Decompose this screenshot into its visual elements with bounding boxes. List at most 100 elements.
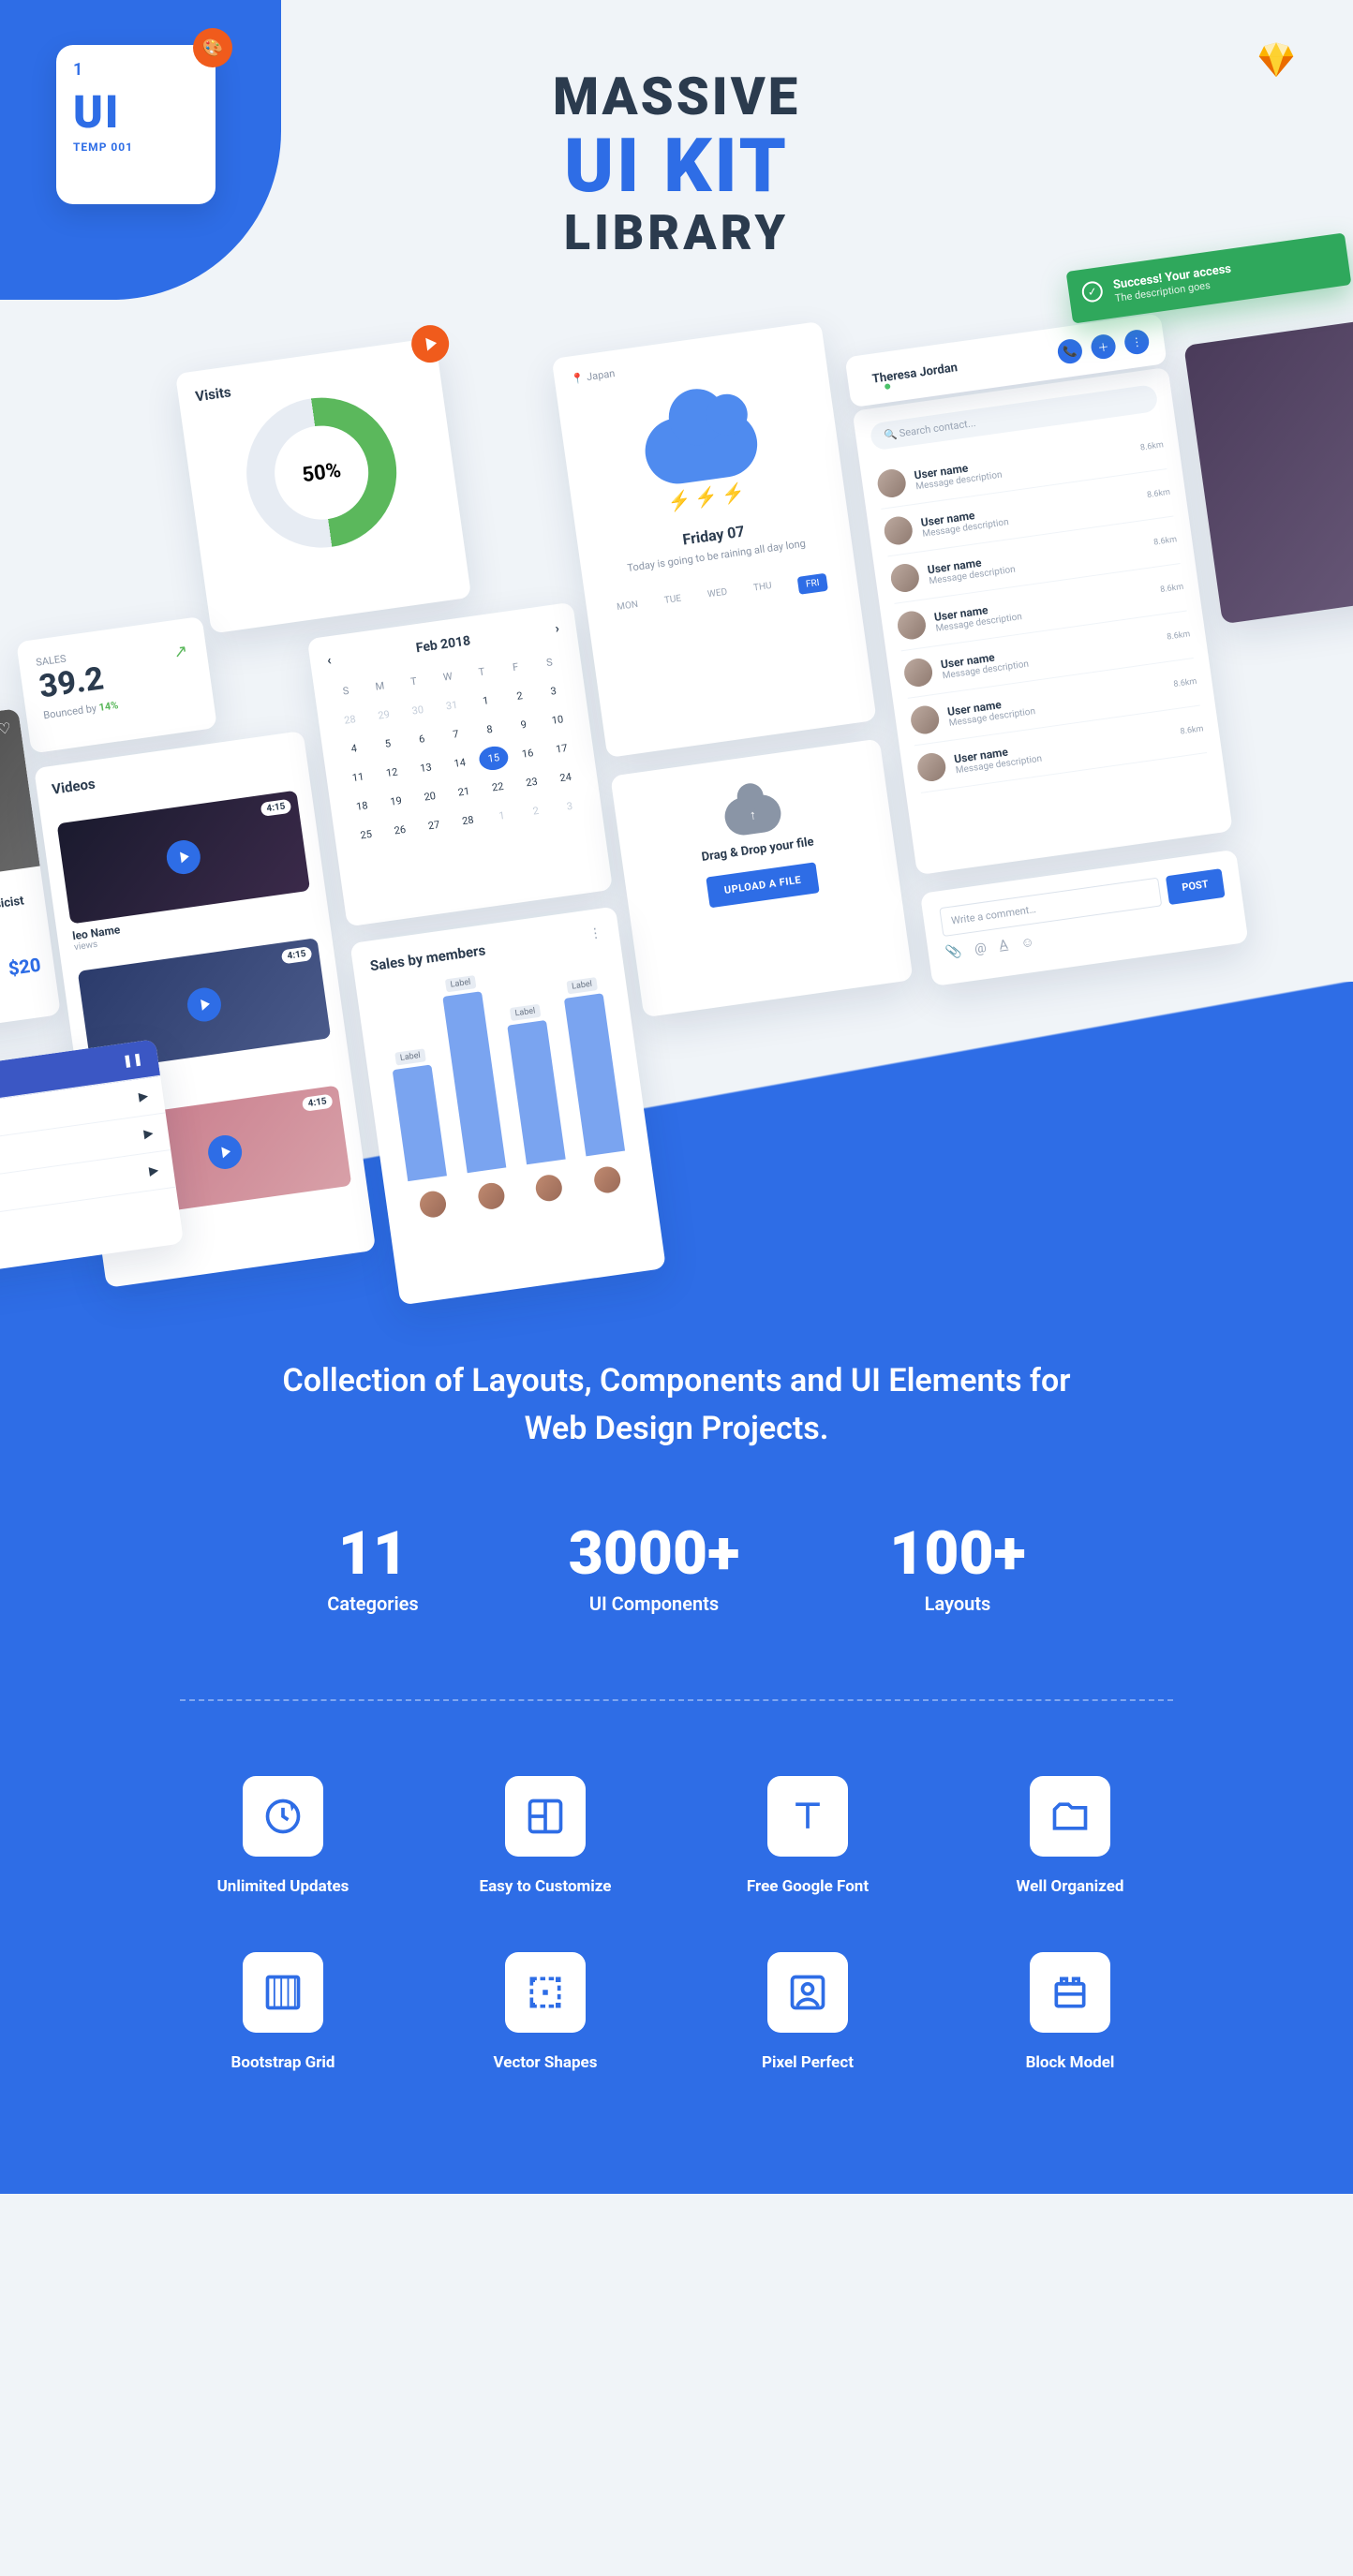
pixel-icon: [767, 1952, 848, 2033]
upload-button[interactable]: UPLOAD A FILE: [706, 862, 820, 908]
cal-day[interactable]: 16: [512, 740, 543, 767]
cal-day[interactable]: 9: [508, 711, 540, 738]
members-card: Sales by members ⋮ LabelLabelLabelLabel: [349, 906, 665, 1305]
cal-day[interactable]: 15: [478, 745, 510, 772]
attach-icon[interactable]: 📎: [944, 944, 963, 962]
pause-icon[interactable]: ❚❚: [122, 1052, 144, 1069]
feature-label: Well Organized: [958, 1877, 1182, 1896]
play-icon[interactable]: [206, 1133, 245, 1172]
palette-icon: 🎨: [193, 28, 232, 67]
cal-day[interactable]: 28: [452, 807, 483, 834]
add-contact-icon[interactable]: ＋: [1090, 333, 1117, 360]
video-duration: 4:15: [302, 1094, 334, 1112]
cal-dow: T: [398, 668, 430, 695]
contact-time: 8.6km: [1180, 724, 1204, 736]
cal-day[interactable]: 30: [402, 697, 434, 724]
feature-item: Pixel Perfect: [695, 1952, 920, 2072]
customize-icon: [505, 1776, 586, 1857]
bar: Label: [564, 993, 625, 1156]
cal-day[interactable]: 13: [410, 754, 442, 781]
sketch-icon: [1256, 37, 1297, 79]
cal-day[interactable]: 31: [436, 692, 468, 719]
mention-icon[interactable]: @: [974, 940, 988, 958]
avatar: [902, 657, 934, 688]
bar-label: Label: [394, 1048, 425, 1065]
cal-dow: T: [466, 659, 498, 686]
cal-day[interactable]: 21: [448, 778, 480, 806]
cal-day[interactable]: 28: [335, 706, 366, 733]
cal-dow: W: [432, 663, 464, 690]
folder-icon: [1030, 1776, 1110, 1857]
cal-day[interactable]: 8: [474, 716, 506, 743]
play-icon[interactable]: [186, 985, 224, 1024]
cal-day[interactable]: 24: [550, 763, 582, 791]
cal-day[interactable]: 3: [554, 792, 586, 820]
week-tab[interactable]: MON: [617, 600, 640, 620]
avatar: [909, 704, 941, 736]
week-tab[interactable]: FRI: [797, 573, 828, 595]
cal-day[interactable]: 7: [440, 720, 472, 748]
cal-day[interactable]: 18: [347, 792, 379, 820]
feature-item: Easy to Customize: [433, 1776, 658, 1896]
check-icon: ✓: [1080, 280, 1104, 303]
contact-time: 8.6km: [1147, 488, 1171, 500]
media-card: ♡: [1183, 318, 1353, 625]
cal-day[interactable]: 23: [516, 769, 548, 796]
contact-time: 8.6km: [1139, 440, 1164, 452]
cal-day[interactable]: 22: [482, 774, 513, 801]
avatar: [883, 515, 914, 547]
week-tabs[interactable]: MON TUE WED THU FRI: [603, 571, 841, 622]
cal-day[interactable]: 11: [342, 763, 374, 791]
cal-day[interactable]: 1: [469, 688, 501, 715]
cal-day[interactable]: 27: [418, 812, 450, 839]
play-icon[interactable]: [165, 838, 203, 877]
product-price: $20: [7, 953, 42, 980]
emoji-icon[interactable]: ☺: [1019, 934, 1035, 952]
cal-day[interactable]: 25: [350, 822, 382, 849]
week-tab[interactable]: THU: [752, 581, 773, 601]
block-icon: [1030, 1952, 1110, 2033]
cal-day[interactable]: 5: [372, 731, 404, 758]
cal-day[interactable]: 12: [376, 759, 408, 786]
contact-time: 8.6km: [1167, 629, 1191, 642]
heart-icon[interactable]: ♡: [0, 718, 12, 738]
underline-icon[interactable]: A: [998, 938, 1008, 955]
more-icon[interactable]: ⋮: [1123, 328, 1151, 355]
feature-label: Unlimited Updates: [171, 1877, 395, 1896]
week-tab[interactable]: WED: [706, 587, 729, 608]
feature-item: Free Google Font: [695, 1776, 920, 1896]
cal-day[interactable]: 2: [520, 797, 552, 824]
post-button[interactable]: POST: [1166, 868, 1226, 905]
cal-day[interactable]: 3: [538, 677, 570, 704]
cal-prev-icon[interactable]: ‹: [326, 653, 333, 668]
stat-label: UI Components: [569, 1592, 740, 1615]
cal-day[interactable]: 2: [504, 682, 536, 709]
logo-ui: UI: [73, 85, 199, 139]
week-tab[interactable]: TUE: [663, 593, 683, 613]
cal-next-icon[interactable]: ›: [554, 621, 559, 636]
cal-day[interactable]: 29: [368, 702, 400, 729]
comment-card: Write a comment… POST 📎 @ A ☺: [920, 850, 1249, 986]
cal-day[interactable]: 17: [546, 735, 578, 762]
cal-day[interactable]: 26: [384, 817, 416, 844]
upload-card[interactable]: ↑ Drag & Drop your file UPLOAD A FILE: [610, 738, 913, 1017]
avatar: [876, 467, 908, 499]
cal-day[interactable]: 14: [444, 749, 476, 777]
logo-temp: TEMP 001: [73, 141, 199, 154]
cal-dow: F: [499, 654, 531, 681]
cal-dow: M: [364, 673, 395, 700]
contact-time: 8.6km: [1153, 535, 1178, 547]
stat-item: 11 Categories: [327, 1518, 418, 1615]
calendar-grid[interactable]: SMTWTFS282930311234567891011121314151617…: [330, 649, 586, 849]
cal-day[interactable]: 6: [406, 725, 438, 752]
avatar: [418, 1190, 448, 1220]
cal-dow: S: [534, 649, 566, 676]
cal-day[interactable]: 4: [338, 735, 370, 762]
updates-icon: [243, 1776, 323, 1857]
cal-day[interactable]: 10: [542, 706, 573, 733]
cal-day[interactable]: 1: [486, 802, 518, 829]
call-icon[interactable]: 📞: [1056, 337, 1083, 364]
vector-icon: [505, 1952, 586, 2033]
cal-day[interactable]: 19: [380, 788, 412, 815]
cal-day[interactable]: 20: [414, 783, 446, 810]
